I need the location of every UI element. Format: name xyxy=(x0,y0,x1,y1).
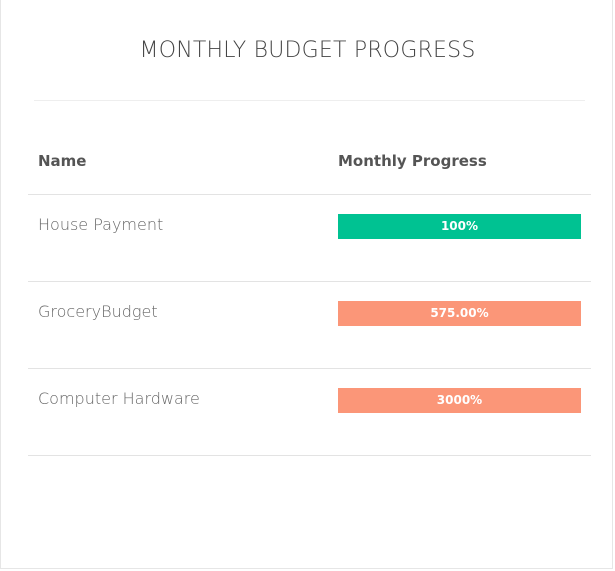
title-divider xyxy=(34,100,585,101)
progress-bar-label: 575.00% xyxy=(430,306,489,320)
card-title: MONTHLY BUDGET PROGRESS xyxy=(139,38,476,63)
row-name: Computer Hardware xyxy=(38,389,200,408)
table-header: Name Monthly Progress xyxy=(28,130,591,195)
table-row: Computer Hardware 3000% xyxy=(28,369,591,456)
budget-progress-card: MONTHLY BUDGET PROGRESS Name Monthly Pro… xyxy=(0,0,613,569)
progress-bar: 3000% xyxy=(338,388,581,413)
row-name: GroceryBudget xyxy=(38,302,158,321)
progress-bar-label: 3000% xyxy=(436,393,483,407)
progress-bar-label: 100% xyxy=(440,219,479,233)
row-name: House Payment xyxy=(38,215,164,234)
progress-bar: 575.00% xyxy=(338,301,581,326)
table-row: GroceryBudget 575.00% xyxy=(28,282,591,369)
table-row: House Payment 100% xyxy=(28,195,591,282)
column-header-progress: Monthly Progress xyxy=(338,152,487,170)
budget-table: Name Monthly Progress House Payment 100%… xyxy=(28,130,591,456)
progress-bar: 100% xyxy=(338,214,581,239)
column-header-name: Name xyxy=(38,152,87,170)
